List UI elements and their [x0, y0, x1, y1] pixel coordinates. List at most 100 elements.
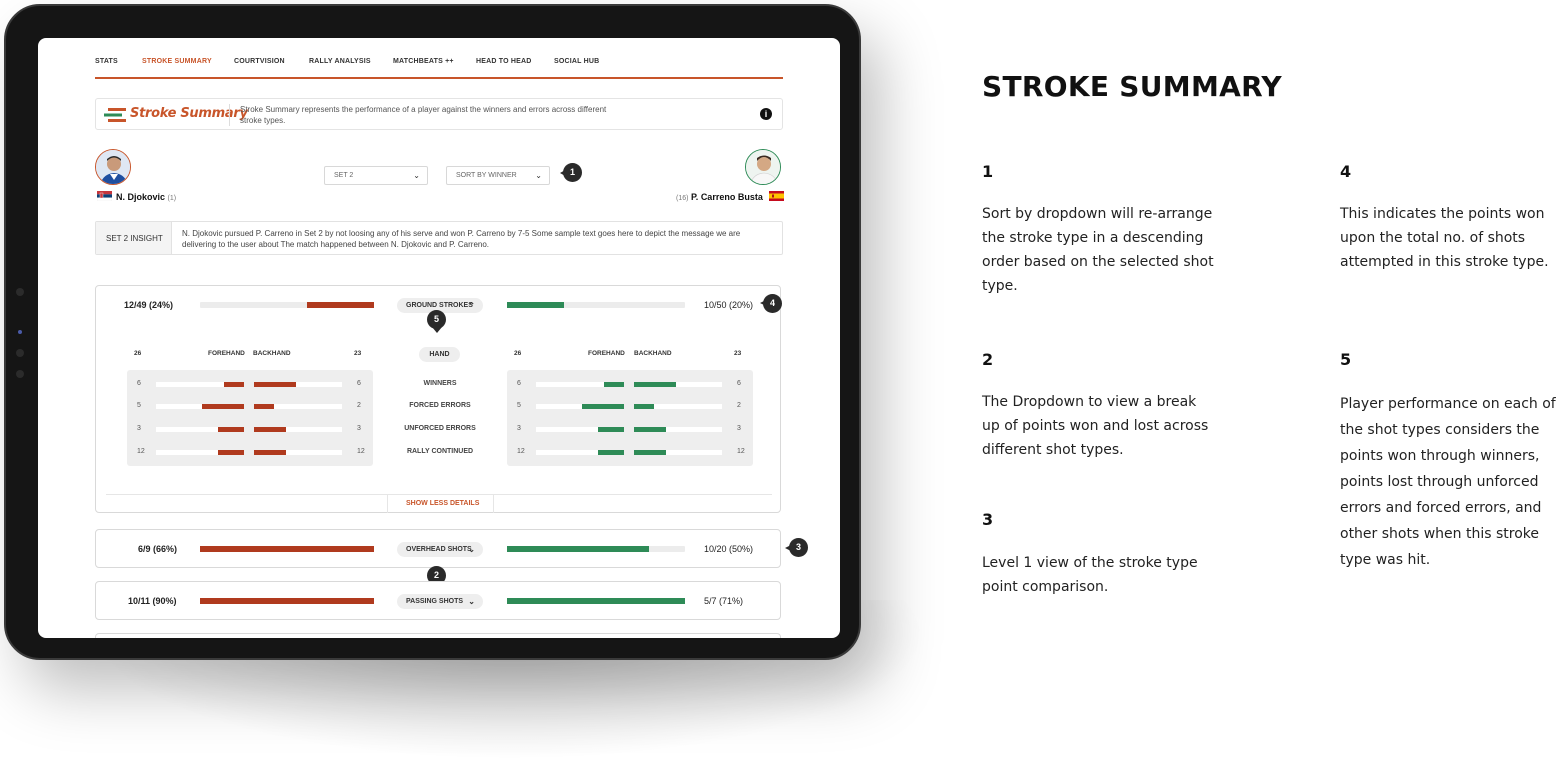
row-fh-track	[156, 427, 244, 432]
left-breakdown-panel: 6 6 5 2 3 3 12 12	[127, 370, 373, 466]
tablet-button	[16, 370, 24, 378]
stroke-name: GROUND STROKES	[406, 302, 473, 309]
row-bh-track	[254, 404, 342, 409]
row-right-fh-count: 5	[517, 402, 521, 409]
row-bh-track	[634, 382, 722, 387]
player-right-name-text: P. Carreno Busta	[690, 192, 763, 202]
chevron-down-icon: ⌄	[535, 171, 542, 180]
row-left-fh-count: 5	[137, 402, 141, 409]
right-backhand-total: 23	[734, 350, 742, 357]
stroke-right-score: 10/50 (20%)	[704, 300, 754, 310]
insight-text: N. Djokovic pursued P. Carreno in Set 2 …	[182, 229, 741, 249]
row-label-forced-errors: FORCED ERRORS	[409, 402, 471, 409]
sort-dropdown[interactable]: SORT BY WINNER ⌄	[446, 166, 550, 185]
note-4-number: 4	[1340, 162, 1352, 181]
tab-matchbeats[interactable]: MATCHBEATS ++	[393, 56, 476, 77]
row-fh-bar	[218, 450, 244, 455]
row-fh-bar	[224, 382, 244, 387]
row-left-fh-count: 12	[137, 448, 145, 455]
note-3-text: Level 1 view of the stroke type point co…	[982, 555, 1198, 595]
stroke-right-score: 10/20 (50%)	[704, 544, 754, 554]
insight-label: SET 2 INSIGHT	[96, 222, 172, 254]
row-left-bh-count: 2	[357, 402, 361, 409]
stroke-card-next	[95, 633, 781, 638]
stroke-right-bar	[507, 302, 564, 308]
tablet-button	[16, 288, 24, 296]
stroke-right-track	[507, 302, 685, 308]
stroke-right-track	[507, 598, 685, 604]
row-bh-track	[634, 404, 722, 409]
row-label-unforced-errors: UNFORCED ERRORS	[404, 425, 476, 432]
stroke-summary-logo-icon	[104, 108, 126, 122]
stroke-right-bar	[507, 546, 649, 552]
player-left-portrait-icon	[96, 150, 130, 184]
tab-stroke-summary[interactable]: STROKE SUMMARY	[142, 56, 234, 77]
top-nav: STATS STROKE SUMMARY COURTVISION RALLY A…	[95, 56, 783, 79]
player-right-portrait-icon	[746, 150, 780, 184]
row-right-fh-count: 6	[517, 380, 521, 387]
show-less-details-button[interactable]: SHOW LESS DETAILS	[406, 500, 479, 507]
stroke-card-overhead-shots: 6/9 (66%) OVERHEAD SHOTS ⌄ 10/20 (50%)	[95, 529, 781, 568]
left-forehand-label: FOREHAND	[208, 350, 245, 357]
tab-head-to-head[interactable]: HEAD TO HEAD	[476, 56, 554, 77]
tablet-frame: STATS STROKE SUMMARY COURTVISION RALLY A…	[4, 4, 861, 660]
row-fh-track	[536, 427, 624, 432]
stroke-left-track	[200, 302, 374, 308]
stroke-name: PASSING SHOTS	[406, 598, 464, 605]
row-fh-bar	[604, 382, 624, 387]
row-fh-track	[156, 404, 244, 409]
row-left-bh-count: 12	[357, 448, 365, 455]
row-fh-track	[156, 382, 244, 387]
row-left-bh-count: 6	[357, 380, 361, 387]
row-left-fh-count: 6	[137, 380, 141, 387]
row-right-fh-count: 3	[517, 425, 521, 432]
passing-shots-toggle[interactable]: PASSING SHOTS ⌄	[397, 594, 483, 609]
tab-rally-analysis[interactable]: RALLY ANALYSIS	[309, 56, 393, 77]
divider	[229, 104, 230, 126]
right-forehand-total: 26	[514, 350, 522, 357]
set-dropdown[interactable]: SET 2 ⌄	[324, 166, 428, 185]
player-right-name: (16) P. Carreno Busta	[676, 192, 763, 202]
row-left-bh-count: 3	[357, 425, 361, 432]
stroke-left-bar	[307, 302, 374, 308]
tab-courtvision[interactable]: COURTVISION	[234, 56, 309, 77]
spain-flag-icon	[769, 191, 784, 201]
row-right-bh-count: 2	[737, 402, 741, 409]
tab-stats[interactable]: STATS	[95, 56, 142, 77]
callout-5-pointer	[432, 327, 442, 333]
stroke-left-track	[200, 598, 374, 604]
row-right-bh-count: 12	[737, 448, 745, 455]
row-label-rally-continued: RALLY CONTINUED	[406, 448, 474, 455]
note-5-number: 5	[1340, 350, 1352, 369]
row-label-winners: WINNERS	[423, 380, 457, 387]
row-bh-bar	[634, 450, 666, 455]
right-backhand-label: BACKHAND	[634, 350, 672, 357]
row-bh-bar	[634, 427, 666, 432]
tab-social-hub[interactable]: SOCIAL HUB	[554, 56, 624, 77]
note-3-number: 3	[982, 510, 994, 529]
overhead-shots-toggle[interactable]: OVERHEAD SHOTS ⌄	[397, 542, 483, 557]
callout-3: 3	[789, 538, 808, 557]
stroke-left-track	[200, 546, 374, 552]
header-description: Stroke Summary represents the performanc…	[240, 105, 607, 125]
player-left-avatar	[95, 149, 131, 185]
hand-filter-pill[interactable]: HAND	[419, 347, 460, 362]
info-icon[interactable]: i	[760, 108, 772, 120]
stroke-left-bar	[200, 546, 374, 552]
row-bh-bar	[254, 382, 296, 387]
note-2-number: 2	[982, 350, 994, 369]
row-fh-track	[536, 450, 624, 455]
player-left-name: N. Djokovic (1)	[116, 192, 176, 202]
stroke-right-track	[507, 546, 685, 552]
row-right-fh-count: 12	[517, 448, 525, 455]
side-title: STROKE SUMMARY	[982, 70, 1283, 103]
tablet-camera-icon	[18, 330, 22, 334]
stroke-right-score: 5/7 (71%)	[704, 596, 744, 606]
callout-1: 1	[563, 163, 582, 182]
stroke-name: OVERHEAD SHOTS	[406, 546, 472, 553]
stroke-left-bar	[200, 598, 374, 604]
chevron-down-icon: ⌄	[468, 597, 475, 606]
row-bh-track	[254, 382, 342, 387]
note-1-text: Sort by dropdown will re-arrange the str…	[982, 206, 1214, 294]
row-bh-track	[254, 450, 342, 455]
